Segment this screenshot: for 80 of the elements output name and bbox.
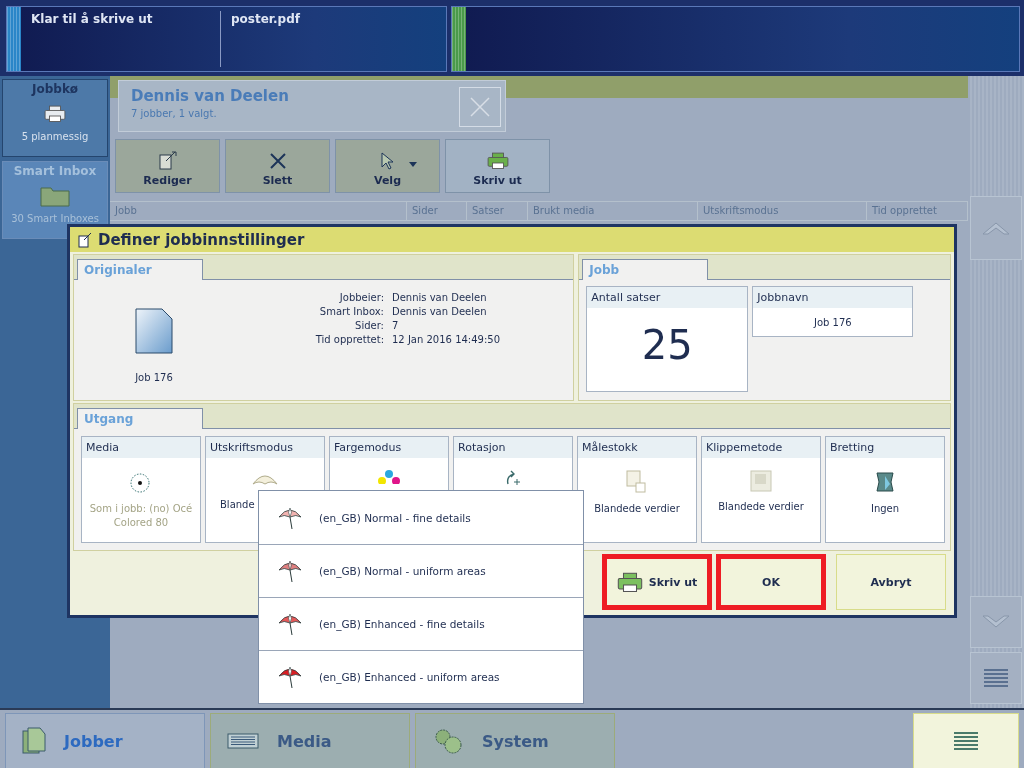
menu-button[interactable] xyxy=(913,713,1019,768)
ok-button[interactable]: OK xyxy=(716,554,826,610)
toolbar-button[interactable]: Rediger xyxy=(115,139,220,193)
print-button[interactable]: Skriv ut xyxy=(602,554,712,610)
rotate-icon xyxy=(504,470,522,486)
roll-icon xyxy=(129,470,153,494)
documents-icon xyxy=(22,727,46,755)
edit-icon xyxy=(157,150,178,170)
umbrella-icon xyxy=(277,664,303,690)
job-name-card[interactable]: Jobbnavn Job 176 xyxy=(752,286,914,337)
status-indicator xyxy=(7,7,21,71)
card-label: Media xyxy=(82,437,200,458)
list-view-button[interactable] xyxy=(970,652,1022,704)
card-label: Klippemetode xyxy=(702,437,820,458)
setting-card[interactable]: Media Som i jobb: (no) Océ Colored 80 xyxy=(81,436,201,543)
scroll-down-icon xyxy=(982,615,1010,629)
file-name: poster.pdf xyxy=(230,11,302,28)
setting-value: Som i jobb: (no) Océ Colored 80 xyxy=(88,502,194,529)
detail-value: Dennis van Deelen xyxy=(392,306,488,317)
color-dots-icon xyxy=(376,470,402,484)
printer-icon xyxy=(616,571,643,593)
card-label: Bretting xyxy=(826,437,944,458)
trim-icon xyxy=(750,470,772,492)
copies-card[interactable]: Antall satser 25 xyxy=(586,286,749,392)
scale-icon xyxy=(626,470,648,494)
fold-icon xyxy=(874,470,896,494)
inbox-subtitle: 7 jobber, 1 valgt. xyxy=(131,108,218,119)
toolbar-button[interactable]: Slett xyxy=(225,139,330,193)
edit-icon xyxy=(78,231,92,248)
file-name: Job 176 xyxy=(135,372,173,383)
gears-icon xyxy=(432,727,464,755)
sidebar-item[interactable]: Jobbkø 5 planmessig xyxy=(2,79,108,157)
printer-icon xyxy=(486,152,509,170)
close-button[interactable] xyxy=(459,87,501,127)
card-label: Fargemodus xyxy=(330,437,448,458)
toolbar-button[interactable]: Skriv ut xyxy=(445,139,550,193)
setting-card[interactable]: Målestokk Blandede verdier xyxy=(577,436,697,543)
detail-label: Smart Inbox: xyxy=(318,306,384,317)
setting-card[interactable]: Klippemetode Blandede verdier xyxy=(701,436,821,543)
card-label: Rotasjon xyxy=(454,437,572,458)
setting-value: Blandede verdier xyxy=(594,502,680,516)
detail-label: Tid opprettet: xyxy=(314,334,384,345)
detail-label: Sider: xyxy=(354,320,384,331)
caret-icon xyxy=(409,162,417,167)
setting-value: Blandede verdier xyxy=(718,500,804,514)
paper-stack-icon xyxy=(227,733,259,749)
printer-icon xyxy=(44,104,66,123)
cancel-button[interactable]: Avbryt xyxy=(836,554,946,610)
scroll-up-icon xyxy=(982,221,1010,235)
setting-value: Ingen xyxy=(870,502,900,516)
detail-value: Dennis van Deelen xyxy=(392,292,488,303)
card-label: Jobbnavn xyxy=(753,287,913,308)
menu-item[interactable]: (en_GB) Enhanced - uniform areas xyxy=(259,650,583,703)
progress-indicator xyxy=(452,7,467,71)
scroll-down-button[interactable] xyxy=(970,596,1022,648)
menu-item[interactable]: (en_GB) Normal - uniform areas xyxy=(259,544,583,597)
toolbar-button[interactable]: Velg xyxy=(335,139,440,193)
inbox-title: Dennis van Deelen xyxy=(131,87,289,105)
folder-icon xyxy=(40,184,70,207)
setting-card[interactable]: Bretting Ingen xyxy=(825,436,945,543)
card-label: Målestokk xyxy=(578,437,696,458)
scroll-up-button[interactable] xyxy=(970,196,1022,260)
printer-status: Klar til å skrive ut xyxy=(30,11,154,28)
document-icon xyxy=(135,308,173,354)
umbrella-icon xyxy=(277,558,303,584)
list-icon xyxy=(983,667,1009,689)
menu-icon xyxy=(953,730,979,752)
setting-value: Blande xyxy=(219,498,255,512)
card-label: Antall satser xyxy=(587,287,748,308)
detail-value: 7 xyxy=(392,320,400,331)
card-label: Utskriftsmodus xyxy=(206,437,324,458)
cursor-icon xyxy=(380,152,395,170)
job-name-value: Job 176 xyxy=(813,316,852,328)
close-icon xyxy=(268,152,287,170)
detail-value: 12 Jan 2016 14:49:50 xyxy=(392,334,501,345)
copies-value: 25 xyxy=(641,321,693,368)
menu-item[interactable]: (en_GB) Enhanced - fine details xyxy=(259,597,583,650)
detail-label: Jobbeier: xyxy=(338,292,384,303)
umbrella-icon xyxy=(277,611,303,637)
close-icon xyxy=(469,96,491,118)
